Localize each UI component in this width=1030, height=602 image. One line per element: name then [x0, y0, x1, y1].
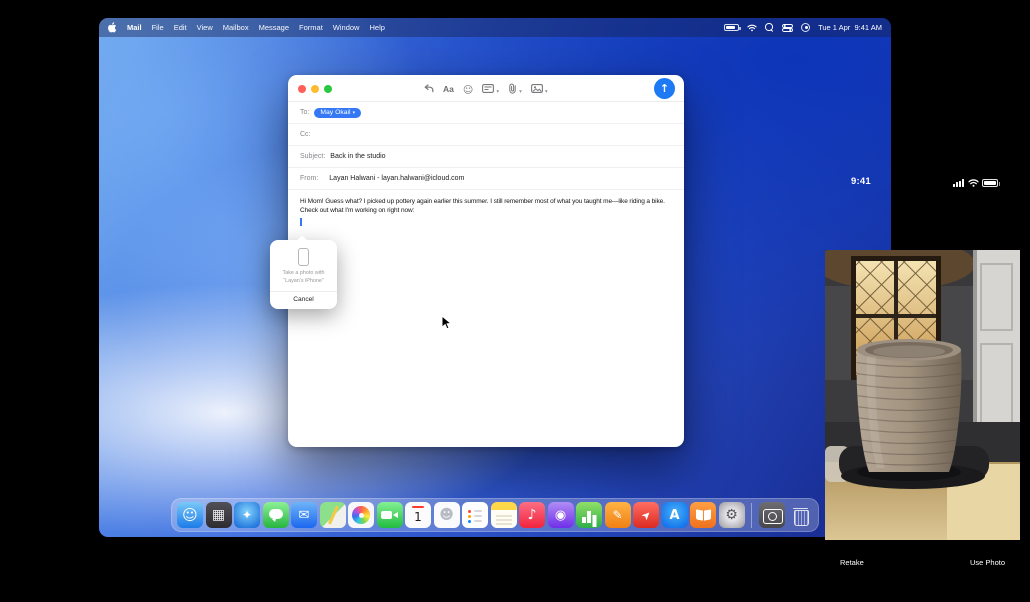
dock-icon-numbers[interactable]	[576, 502, 602, 528]
cc-label: Cc:	[300, 131, 311, 138]
camera-controls-bar: Retake Use Photo	[825, 540, 1020, 584]
menu-mailbox[interactable]: Mailbox	[223, 23, 249, 32]
compose-header-fields: To: May Okail Cc: Subject: Back in the s…	[288, 102, 684, 190]
insertion-caret	[300, 218, 302, 226]
menu-help[interactable]: Help	[369, 23, 384, 32]
dock-icon-launchpad[interactable]	[206, 502, 232, 528]
popup-line2: “Layan’s iPhone”	[273, 278, 334, 286]
dock	[171, 498, 819, 532]
iphone-icon	[298, 248, 309, 266]
text-format-icon[interactable]: Aa	[443, 84, 454, 94]
dock-icon-contacts[interactable]	[434, 502, 460, 528]
battery-icon[interactable]	[724, 24, 739, 31]
dock-icon-podcasts[interactable]	[548, 502, 574, 528]
menu-bar-clock[interactable]: Tue 1 Apr 9:41 AM	[818, 23, 882, 32]
popup-line1: Take a photo with	[273, 270, 334, 278]
screenshot-root: Mail File Edit View Mailbox Message Form…	[0, 0, 1030, 602]
camera-preview	[825, 250, 1020, 540]
message-body[interactable]: Hi Mom! Guess what? I picked up pottery …	[288, 190, 684, 233]
from-field[interactable]: From: Layan Halwani - layan.halwani@iclo…	[288, 168, 684, 190]
dock-icon-music[interactable]	[519, 502, 545, 528]
subject-field[interactable]: Subject: Back in the studio	[288, 146, 684, 168]
menu-bar: Mail File Edit View Mailbox Message Form…	[99, 18, 891, 37]
close-button[interactable]	[298, 85, 306, 93]
window-titlebar[interactable]: Aa	[288, 75, 684, 102]
dock-icon-notes[interactable]	[491, 502, 517, 528]
menu-format[interactable]: Format	[299, 23, 323, 32]
user-switch-icon[interactable]	[801, 23, 810, 32]
emoji-picker-icon[interactable]	[463, 80, 473, 98]
menu-window[interactable]: Window	[333, 23, 360, 32]
dock-icon-appstore[interactable]	[662, 502, 688, 528]
to-label: To:	[300, 109, 309, 116]
send-button[interactable]	[654, 78, 675, 99]
dock-icon-books[interactable]	[690, 502, 716, 528]
subject-label: Subject:	[300, 153, 325, 160]
menu-message[interactable]: Message	[259, 23, 289, 32]
dock-icon-facetime[interactable]	[377, 502, 403, 528]
spotlight-search-icon[interactable]	[765, 23, 774, 32]
dock-icon-trash[interactable]	[787, 502, 813, 528]
chevron-down-icon	[353, 109, 356, 116]
iphone-status-time: 9:41	[851, 176, 871, 187]
dock-divider	[751, 503, 752, 528]
menu-app-name[interactable]: Mail	[127, 23, 142, 32]
compose-toolbar: Aa	[424, 75, 548, 102]
dock-icon-photos[interactable]	[348, 502, 374, 528]
to-field[interactable]: To: May Okail	[288, 102, 684, 124]
chevron-down-icon	[519, 80, 522, 98]
wifi-icon	[968, 179, 979, 187]
retake-button[interactable]: Retake	[840, 558, 864, 567]
dock-icon-safari[interactable]	[234, 502, 260, 528]
chevron-down-icon	[545, 80, 548, 98]
cancel-button[interactable]: Cancel	[270, 292, 337, 309]
header-fields-button[interactable]	[482, 80, 499, 98]
dock-icon-mail[interactable]	[291, 502, 317, 528]
menu-bar-status-area: Tue 1 Apr 9:41 AM	[724, 23, 882, 32]
popup-message: Take a photo with “Layan’s iPhone”	[270, 270, 337, 286]
menu-edit[interactable]: Edit	[174, 23, 187, 32]
dock-icon-settings[interactable]	[719, 502, 745, 528]
continuity-camera-popup: Take a photo with “Layan’s iPhone” Cance…	[270, 240, 337, 309]
minimize-button[interactable]	[311, 85, 319, 93]
dock-icon-reminders[interactable]	[462, 502, 488, 528]
dock-icon-finder[interactable]	[177, 502, 203, 528]
apple-menu-icon[interactable]	[108, 22, 117, 33]
pottery-photo	[825, 250, 1020, 540]
menu-file[interactable]: File	[152, 23, 164, 32]
mouse-pointer	[441, 315, 452, 331]
desktop-wallpaper[interactable]: Mail File Edit View Mailbox Message Form…	[99, 18, 891, 537]
battery-icon	[982, 179, 998, 187]
window-controls	[298, 85, 332, 93]
menu-view[interactable]: View	[197, 23, 213, 32]
iphone-status-icons	[953, 179, 998, 187]
mail-compose-window: Aa	[288, 75, 684, 447]
undo-icon[interactable]	[424, 84, 434, 93]
chevron-down-icon	[496, 80, 499, 98]
insert-photo-button[interactable]	[531, 80, 548, 98]
recipient-token[interactable]: May Okail	[314, 108, 361, 118]
dock-icon-pages[interactable]	[605, 502, 631, 528]
zoom-button[interactable]	[324, 85, 332, 93]
from-label: From:	[300, 175, 318, 182]
dock-icon-maps[interactable]	[320, 502, 346, 528]
message-text: Hi Mom! Guess what? I picked up pottery …	[300, 197, 672, 215]
cellular-signal-icon	[953, 179, 964, 187]
from-value: Layan Halwani - layan.halwani@icloud.com	[329, 175, 464, 182]
control-center-icon[interactable]	[782, 24, 793, 32]
cc-field[interactable]: Cc:	[288, 124, 684, 146]
wifi-icon[interactable]	[747, 24, 757, 32]
recipient-name: May Okail	[320, 109, 350, 116]
use-photo-button[interactable]: Use Photo	[970, 558, 1005, 567]
dock-icon-news[interactable]	[633, 502, 659, 528]
dock-icon-camera-capture[interactable]	[759, 502, 785, 528]
attach-file-button[interactable]	[508, 80, 522, 98]
dock-icon-messages[interactable]	[263, 502, 289, 528]
subject-value: Back in the studio	[330, 153, 385, 160]
dock-icon-calendar[interactable]	[405, 502, 431, 528]
